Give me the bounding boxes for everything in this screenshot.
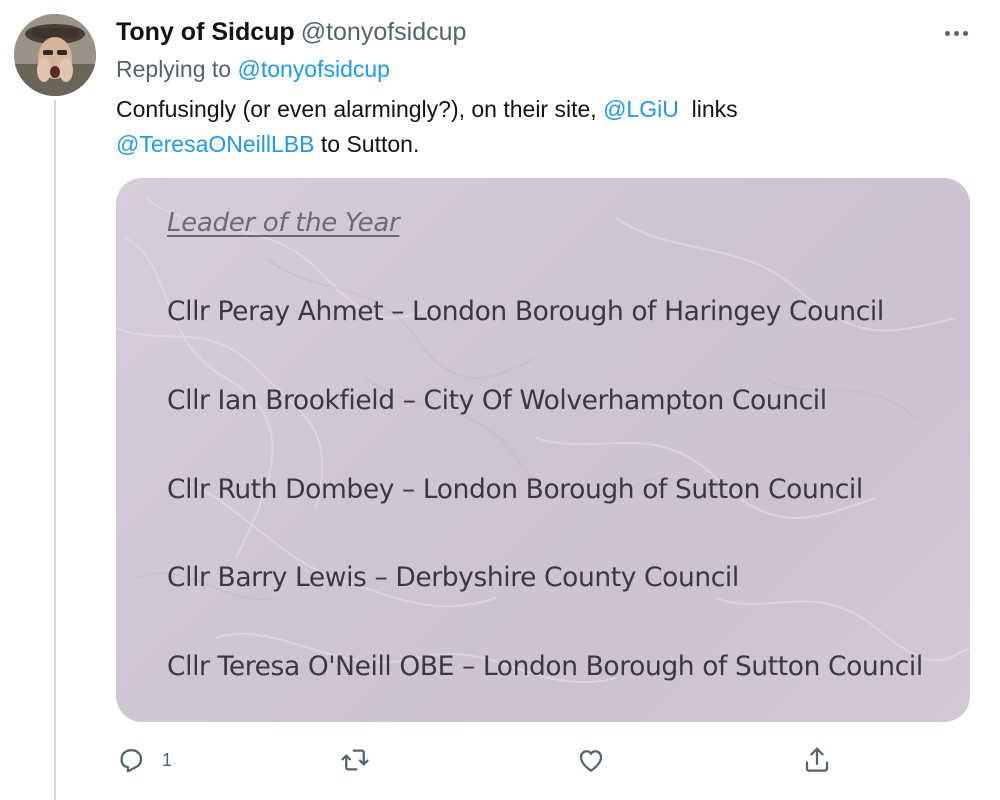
avatar[interactable] bbox=[14, 14, 96, 96]
tweet-actions: 1 bbox=[116, 745, 1000, 779]
tweet-header: Tony of Sidcup @tonyofsidcup bbox=[116, 18, 466, 47]
leader-entry: Cllr Teresa O'Neill OBE – London Borough… bbox=[167, 651, 923, 682]
like-button[interactable] bbox=[576, 745, 606, 775]
heart-icon bbox=[579, 750, 603, 772]
more-dot-icon bbox=[962, 30, 968, 36]
retweet-icon bbox=[341, 749, 369, 771]
replying-handle-link[interactable]: @tonyofsidcup bbox=[237, 56, 390, 82]
smoke-texture bbox=[116, 197, 970, 684]
tweet-text: Confusingly (or even alarmingly?), on th… bbox=[116, 92, 738, 162]
thread-line bbox=[54, 100, 56, 800]
more-dot-icon bbox=[944, 30, 950, 36]
reply-count: 1 bbox=[162, 749, 173, 770]
avatar-photo bbox=[14, 14, 96, 96]
more-dot-icon bbox=[953, 30, 959, 36]
retweet-button[interactable] bbox=[340, 745, 370, 775]
card-title: Leader of the Year bbox=[167, 208, 400, 238]
author-handle[interactable]: @tonyofsidcup bbox=[301, 18, 467, 46]
replying-prefix: Replying to bbox=[116, 56, 238, 82]
tweet-text-part: Confusingly (or even alarmingly?), on th… bbox=[116, 96, 604, 122]
tweet-text-part: to Sutton. bbox=[314, 131, 420, 157]
share-button[interactable] bbox=[802, 745, 832, 775]
mention-link-lgiu[interactable]: @LGiU bbox=[603, 96, 679, 122]
author-name[interactable]: Tony of Sidcup bbox=[116, 18, 295, 46]
leader-entry: Cllr Barry Lewis – Derbyshire County Cou… bbox=[167, 562, 739, 593]
share-icon bbox=[805, 747, 829, 772]
tweet-text-part: links bbox=[678, 96, 738, 122]
mention-link-teresa[interactable]: @TeresaONeillLBB bbox=[116, 131, 314, 157]
leader-entry: Cllr Peray Ahmet – London Borough of Har… bbox=[167, 296, 884, 327]
replying-to: Replying to @tonyofsidcup bbox=[116, 56, 390, 83]
more-options-button[interactable] bbox=[936, 20, 976, 46]
reply-button[interactable]: 1 bbox=[116, 745, 172, 775]
tweet-image[interactable]: Leader of the Year Cllr Peray Ahmet – Lo… bbox=[116, 178, 970, 722]
leader-entry: Cllr Ruth Dombey – London Borough of Sut… bbox=[167, 474, 863, 505]
leader-entry: Cllr Ian Brookfield – City Of Wolverhamp… bbox=[167, 385, 827, 416]
reply-icon bbox=[120, 749, 143, 773]
